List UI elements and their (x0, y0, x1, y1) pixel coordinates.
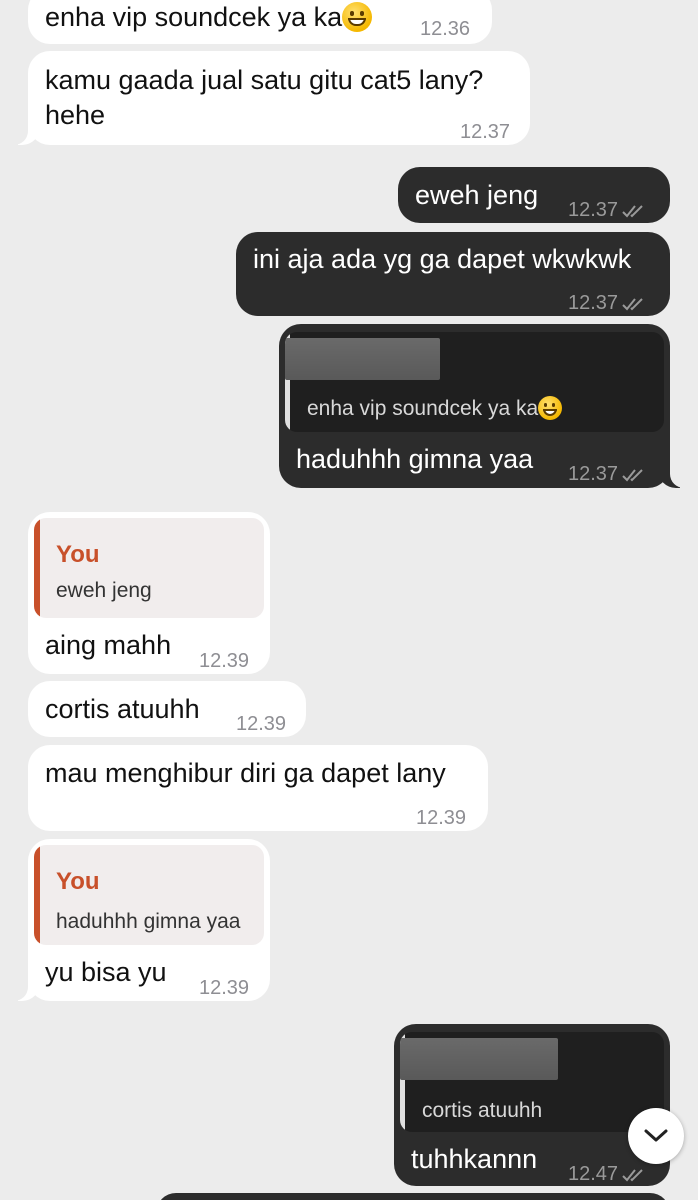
incoming-message[interactable]: mau menghibur diri ga dapet lany 12.39 (28, 745, 488, 831)
redacted-name (400, 1038, 558, 1080)
message-time: 12.37 (460, 121, 511, 143)
message-text: yu bisa yu (45, 957, 167, 987)
incoming-message[interactable]: enha vip soundcek ya ka 12.36 (28, 0, 492, 44)
quote-text: enha vip soundcek ya ka (307, 397, 539, 420)
double-check-icon (622, 205, 643, 218)
message-text-line1: kamu gaada jual satu gitu cat5 lany? (45, 65, 484, 95)
reply-quote[interactable]: enha vip soundcek ya ka (285, 332, 664, 432)
message-text: aing mahh (45, 630, 172, 660)
incoming-reply-message[interactable]: You haduhhh gimna yaa yu bisa yu 12.39 (6, 839, 270, 1001)
message-text: eweh jeng (415, 180, 539, 210)
message-text-line2: hehe (45, 100, 106, 130)
message-text: enha vip soundcek ya ka (45, 2, 343, 32)
message-text: cortis atuuhh (45, 694, 200, 724)
redacted-name (285, 338, 440, 380)
quote-sender: You (56, 868, 100, 895)
message-time: 12.39 (199, 977, 250, 999)
message-time: 12.39 (199, 650, 250, 672)
message-text: tuhhkannn (411, 1144, 538, 1174)
scroll-to-bottom-button[interactable] (628, 1108, 684, 1164)
message-time: 12.47 (568, 1163, 619, 1185)
grinning-face-emoji-icon (342, 2, 373, 32)
incoming-message[interactable]: kamu gaada jual satu gitu cat5 lany? heh… (6, 51, 530, 145)
outgoing-reply-message[interactable]: cortis atuuhh tuhhkannn 12.47 (394, 1024, 670, 1186)
message-time: 12.37 (568, 292, 619, 314)
message-text: haduhhh gimna yaa (296, 444, 534, 474)
bubble-tail (6, 979, 40, 1001)
chevron-down-icon (644, 1129, 668, 1142)
quote-text: cortis atuuhh (422, 1099, 543, 1122)
grinning-face-emoji-icon (538, 396, 563, 420)
reply-quote[interactable]: cortis atuuhh (400, 1032, 664, 1132)
message-time: 12.37 (568, 463, 619, 485)
outgoing-message[interactable]: eweh jeng 12.37 (398, 167, 670, 223)
message-text: ini aja ada yg ga dapet wkwkwk (253, 244, 632, 274)
incoming-message[interactable]: cortis atuuhh 12.39 (28, 681, 306, 737)
reply-quote[interactable]: You haduhhh gimna yaa (34, 845, 264, 945)
quote-bar (34, 518, 40, 618)
outgoing-message-partial[interactable] (156, 1193, 670, 1200)
double-check-icon (622, 469, 643, 482)
quote-text: haduhhh gimna yaa (56, 910, 241, 933)
chat-area[interactable]: enha vip soundcek ya ka 12.36 kamu gaada… (0, 0, 698, 1200)
quote-sender: You (56, 541, 100, 568)
double-check-icon (622, 1169, 643, 1182)
quote-text: eweh jeng (56, 579, 152, 602)
message-time: 12.39 (236, 713, 287, 735)
message-text: mau menghibur diri ga dapet lany (45, 758, 446, 788)
bubble-tail (6, 123, 40, 145)
quote-bar (34, 845, 40, 945)
double-check-icon (622, 298, 643, 311)
bubble-tail (658, 466, 692, 488)
reply-quote[interactable]: You eweh jeng (34, 518, 264, 618)
message-time: 12.36 (420, 18, 471, 40)
message-time: 12.39 (416, 807, 467, 829)
incoming-reply-message[interactable]: You eweh jeng aing mahh 12.39 (28, 512, 270, 674)
message-time: 12.37 (568, 199, 619, 221)
outgoing-reply-message[interactable]: enha vip soundcek ya ka haduhhh gimna ya… (279, 324, 692, 488)
outgoing-message[interactable]: ini aja ada yg ga dapet wkwkwk 12.37 (236, 232, 670, 316)
